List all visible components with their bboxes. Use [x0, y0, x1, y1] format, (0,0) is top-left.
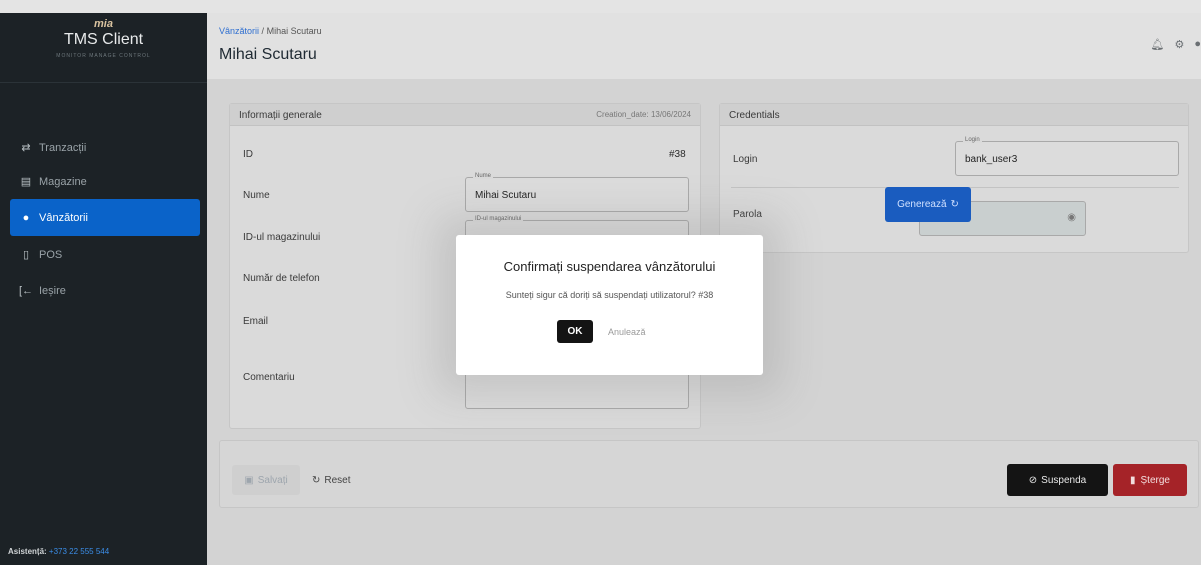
ok-button[interactable]: OK [557, 320, 593, 343]
confirm-suspend-dialog: Confirmați suspendarea vânzătorului Sunt… [456, 235, 763, 375]
cancel-button[interactable]: Anulează [608, 320, 646, 343]
dialog-title: Confirmați suspendarea vânzătorului [503, 259, 716, 274]
dialog-message: Sunteți sigur că doriți să suspendați ut… [505, 290, 714, 300]
